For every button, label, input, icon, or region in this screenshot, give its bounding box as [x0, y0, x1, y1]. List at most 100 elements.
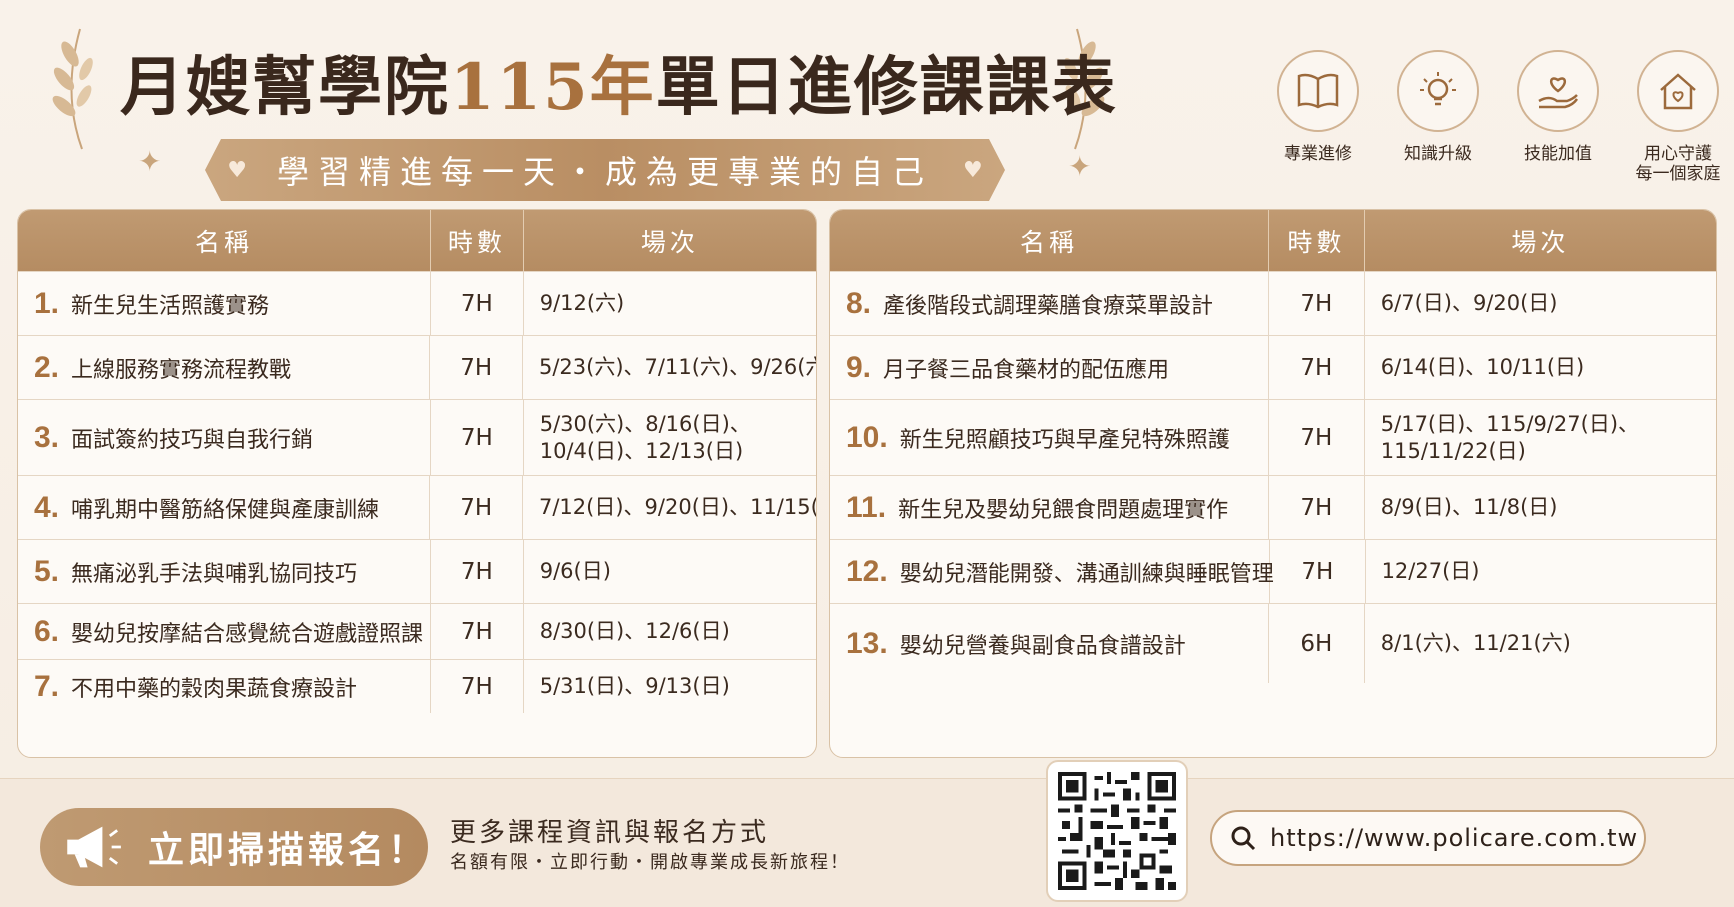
- heart-hand-icon: [1517, 50, 1599, 132]
- course-hours: 7H: [1269, 272, 1365, 335]
- session-line: 9/6(日): [539, 559, 611, 583]
- table-row: 8. 產後階段式調理藥膳食療菜單設計 7H 6/7(日)、9/20(日): [830, 271, 1716, 335]
- course-name: 嬰幼兒潛能開發、溝通訓練與睡眠管理: [899, 561, 1274, 587]
- course-hours: 7H: [430, 476, 523, 539]
- course-sessions: 5/30(六)、8/16(日)、 10/4(日)、12/13(日): [524, 400, 816, 475]
- sparkle-icon: ✦: [138, 145, 162, 178]
- table-row: 13. 嬰幼兒營養與副食品食譜設計 6H 8/1(六)、11/21(六): [830, 603, 1716, 683]
- course-name: 面試簽約技巧與自我行銷: [71, 427, 314, 453]
- course-name-cell: 8. 產後階段式調理藥膳食療菜單設計: [830, 272, 1269, 335]
- col-sessions-header: 場次: [640, 227, 699, 257]
- course-sessions: 6/14(日)、10/11(日): [1365, 336, 1716, 399]
- col-name-header: 名稱: [830, 210, 1270, 271]
- session-line: 5/17(日)、115/9/27(日)、: [1380, 411, 1640, 436]
- course-number: 11.: [846, 490, 887, 524]
- course-sessions: 5/23(六)、7/11(六)、9/26(六): [523, 336, 816, 399]
- course-hours: 7H: [431, 540, 524, 603]
- course-number: 10.: [846, 420, 888, 454]
- book-icon: [1277, 50, 1359, 132]
- course-sessions: 7/12(日)、9/20(日)、11/15(日): [523, 476, 816, 539]
- course-number: 9.: [846, 350, 872, 384]
- table-row: 9. 月子餐三品食藥材的配伍應用 7H 6/14(日)、10/11(日): [830, 335, 1716, 399]
- col-sessions-header: 場次: [1511, 227, 1570, 257]
- course-number: 1.: [34, 286, 60, 320]
- course-name-cell: 9. 月子餐三品食藥材的配伍應用: [830, 336, 1269, 399]
- col-name-header: 名稱: [18, 210, 431, 271]
- heart-icon: ♥: [963, 157, 983, 183]
- course-number: 7.: [34, 669, 60, 703]
- course-name-cell: 4. 哺乳期中醫筋絡保健與產康訓練: [18, 476, 431, 539]
- table-row: 6. 嬰幼兒按摩結合感覺統合遊戲證照課 7H 8/30(日)、12/6(日): [18, 603, 816, 659]
- course-name: 上線服務實務流程教戰: [71, 357, 292, 383]
- course-name-cell: 7. 不用中藥的穀肉果蔬食療設計: [18, 660, 431, 713]
- table-row: 4. 哺乳期中醫筋絡保健與產康訓練 7H 7/12(日)、9/20(日)、11/15(…: [18, 475, 816, 539]
- table-row: 2. 上線服務實務流程教戰 7H 5/23(六)、7/11(六)、9/26(六): [18, 335, 816, 399]
- feature-label: 專業進修: [1284, 144, 1352, 164]
- course-sessions: 8/9(日)、11/8(日): [1365, 476, 1716, 539]
- course-name-cell: 12. 嬰幼兒潛能開發、溝通訓練與睡眠管理: [830, 540, 1274, 603]
- course-name-cell: 5. 無痛泌乳手法與哺乳協同技巧: [18, 540, 431, 603]
- session-line: 8/1(六)、11/21(六): [1380, 631, 1571, 655]
- register-button[interactable]: 立即掃描報名！: [40, 808, 428, 886]
- register-button-label: 立即掃描報名！: [147, 830, 428, 871]
- session-line: 5/31(日)、9/13(日): [539, 674, 730, 698]
- page-title: 月嫂幫學院115年單日進修課課表: [120, 36, 1118, 128]
- session-line: 5/30(六)、8/16(日)、: [539, 411, 751, 436]
- course-sessions: 9/6(日): [524, 540, 816, 603]
- col-hours-header: 時數: [431, 210, 524, 271]
- course-number: 8.: [846, 286, 872, 320]
- course-number: 6.: [34, 614, 60, 648]
- course-name-cell: 11. 新生兒及嬰幼兒餵食問題處理實作: [830, 476, 1269, 539]
- slogan-text: 學習精進每一天・成為更專業的自己: [277, 153, 934, 191]
- course-hours: 7H: [431, 660, 524, 713]
- course-name: 新生兒照顧技巧與早產兒特殊照護: [899, 427, 1230, 453]
- course-number: 3.: [34, 420, 60, 454]
- table-row: 10. 新生兒照顧技巧與早產兒特殊照護 7H 5/17(日)、115/9/27(日)、…: [830, 399, 1716, 475]
- course-table-left: 名稱 時數 場次 1. 新生兒生活照護實務 7H 9/12(六) 2. 上線服務實務流程教…: [17, 209, 817, 758]
- feature-label: 用心守護 每一個家庭: [1635, 144, 1721, 184]
- course-number: 13.: [846, 626, 888, 660]
- course-hours: 6H: [1269, 604, 1365, 683]
- course-hours: 7H: [1270, 540, 1366, 603]
- course-sessions: 8/30(日)、12/6(日): [524, 604, 816, 659]
- session-line: 5/23(六)、7/11(六)、9/26(六): [539, 355, 817, 379]
- feature-label: 技能加值: [1524, 144, 1592, 164]
- website-url: https://www.policare.com.tw: [1270, 824, 1639, 852]
- course-sessions: 6/7(日)、9/20(日): [1365, 272, 1716, 335]
- session-line: 7/12(日)、9/20(日)、11/15(日): [539, 495, 816, 519]
- feature-icons: 專業進修 知識升級 技能加值 用心守護 每一個家庭: [1258, 50, 1734, 184]
- course-table-right: 名稱 時數 場次 8. 產後階段式調理藥膳食療菜單設計 7H 6/7(日)、9/20(…: [829, 209, 1717, 758]
- course-name: 哺乳期中醫筋絡保健與產康訓練: [71, 497, 380, 523]
- table-row: 11. 新生兒及嬰幼兒餵食問題處理實作 7H 8/9(日)、11/8(日): [830, 475, 1716, 539]
- course-name-cell: 13. 嬰幼兒營養與副食品食譜設計: [830, 604, 1269, 683]
- course-name: 產後階段式調理藥膳食療菜單設計: [883, 293, 1214, 319]
- session-line: 8/9(日)、11/8(日): [1380, 495, 1558, 519]
- feature-item: 專業進修: [1258, 50, 1378, 184]
- col-hours-header: 時數: [1269, 210, 1365, 271]
- course-hours: 7H: [431, 400, 524, 475]
- course-hours: 7H: [1269, 336, 1365, 399]
- course-name: 嬰幼兒按摩結合感覺統合遊戲證照課: [71, 621, 424, 647]
- session-line: 6/7(日)、9/20(日): [1380, 291, 1558, 315]
- title-year: 115年: [450, 50, 656, 125]
- course-name: 月子餐三品食藥材的配伍應用: [883, 357, 1170, 383]
- table-row: 3. 面試簽約技巧與自我行銷 7H 5/30(六)、8/16(日)、 10/4(日)、1…: [18, 399, 816, 475]
- qr-code[interactable]: [1046, 760, 1188, 902]
- feature-item: 用心守護 每一個家庭: [1618, 50, 1734, 184]
- course-hours: 7H: [1269, 400, 1365, 475]
- table-row: 5. 無痛泌乳手法與哺乳協同技巧 7H 9/6(日): [18, 539, 816, 603]
- megaphone-icon: [67, 826, 121, 868]
- course-hours: 7H: [431, 272, 524, 335]
- session-line: 8/30(日)、12/6(日): [539, 619, 730, 643]
- feature-item: 知識升級: [1378, 50, 1498, 184]
- course-name-cell: 10. 新生兒照顧技巧與早產兒特殊照護: [830, 400, 1269, 475]
- course-name-cell: 3. 面試簽約技巧與自我行銷: [18, 400, 431, 475]
- page: 月嫂幫學院115年單日進修課課表 ✦ ✦ ♥ 學習精進每一天・成為更專業的自己 …: [0, 0, 1734, 907]
- course-hours: 7H: [431, 604, 524, 659]
- sparkle-icon: ✦: [1068, 150, 1092, 183]
- feature-item: 技能加值: [1498, 50, 1618, 184]
- course-number: 4.: [34, 490, 60, 524]
- website-link[interactable]: https://www.policare.com.tw: [1210, 810, 1646, 866]
- course-name-cell: 6. 嬰幼兒按摩結合感覺統合遊戲證照課: [18, 604, 431, 659]
- qr-code-icon: [1058, 772, 1176, 890]
